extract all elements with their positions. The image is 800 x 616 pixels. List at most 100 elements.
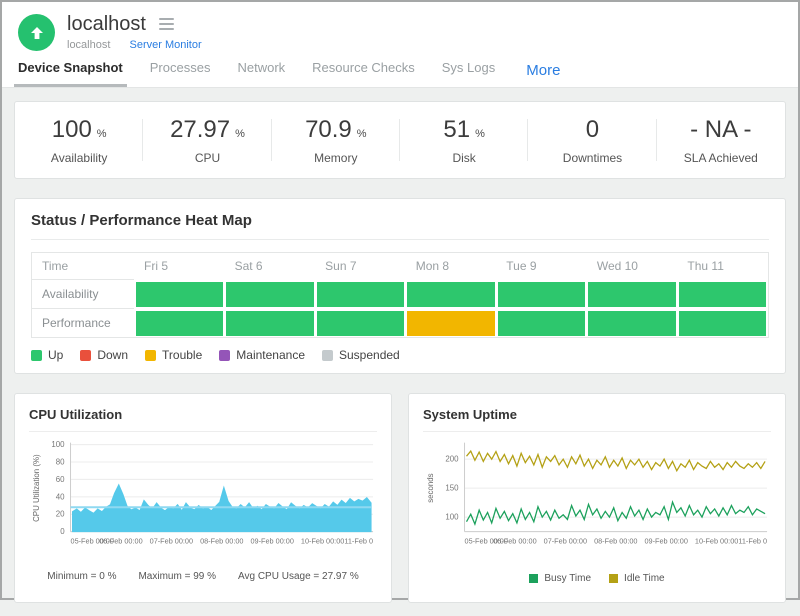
svg-text:09-Feb 00:00: 09-Feb 00:00 bbox=[644, 536, 687, 545]
heatmap-table: TimeFri 5Sat 6Sun 7Mon 8Tue 9Wed 10Thu 1… bbox=[31, 252, 769, 338]
stat-sla-achieved: - NA -SLA Achieved bbox=[657, 102, 785, 178]
stat-value: 70.9 bbox=[305, 116, 352, 144]
tab-resource-checks[interactable]: Resource Checks bbox=[312, 60, 415, 87]
summary-stats-card: 100%Availability27.97%CPU70.9%Memory51%D… bbox=[14, 101, 786, 179]
heatmap-cell-up[interactable] bbox=[315, 279, 406, 308]
heatmap-cell-up[interactable] bbox=[225, 308, 316, 337]
stat-disk: 51%Disk bbox=[400, 102, 528, 178]
stat-label: SLA Achieved bbox=[684, 151, 758, 165]
cpu-chart-title: CPU Utilization bbox=[29, 407, 377, 432]
legend-item-suspended: Suspended bbox=[322, 348, 400, 362]
stat-memory: 70.9%Memory bbox=[272, 102, 400, 178]
heatmap-cell-up[interactable] bbox=[587, 308, 678, 337]
stat-label: CPU bbox=[195, 151, 220, 165]
svg-text:07-Feb 00:00: 07-Feb 00:00 bbox=[150, 536, 193, 545]
stat-unit: % bbox=[97, 128, 107, 140]
legend-item-down: Down bbox=[80, 348, 128, 362]
tab-device-snapshot[interactable]: Device Snapshot bbox=[18, 60, 123, 87]
uptime-chart-title: System Uptime bbox=[423, 407, 771, 432]
heatmap-day-header: Wed 10 bbox=[587, 253, 678, 279]
heatmap-cell-up[interactable] bbox=[315, 308, 406, 337]
chart-svg: 10015020005-Feb 00:0006-Feb 00:0007-Feb … bbox=[423, 436, 771, 562]
heatmap-day-header: Thu 11 bbox=[677, 253, 768, 279]
svg-text:06-Feb 00:00: 06-Feb 00:00 bbox=[99, 536, 142, 545]
heatmap-day-header: Mon 8 bbox=[406, 253, 497, 279]
svg-text:100: 100 bbox=[51, 440, 65, 449]
svg-text:06-Feb 00:00: 06-Feb 00:00 bbox=[493, 536, 536, 545]
stat-value: 51 bbox=[443, 116, 470, 144]
tab-bar: Device Snapshot Processes Network Resource … bbox=[18, 60, 782, 87]
stat-label: Disk bbox=[452, 151, 475, 165]
tab-network[interactable]: Network bbox=[237, 60, 285, 87]
legend-swatch-suspended bbox=[322, 350, 333, 361]
cpu-summary-item: Minimum = 0 % bbox=[47, 571, 116, 582]
breadcrumb-monitor-type-link[interactable]: Server Monitor bbox=[129, 39, 201, 51]
heatmap-cell-up[interactable] bbox=[225, 279, 316, 308]
svg-text:0: 0 bbox=[60, 527, 65, 536]
svg-text:seconds: seconds bbox=[426, 473, 435, 502]
legend-label: Trouble bbox=[162, 348, 202, 362]
stat-label: Availability bbox=[51, 151, 107, 165]
svg-text:10-Feb 00:00: 10-Feb 00:00 bbox=[301, 536, 344, 545]
chart-svg: 02040608010005-Feb 00:0006-Feb 00:0007-F… bbox=[29, 436, 377, 562]
heatmap-cell-up[interactable] bbox=[496, 279, 587, 308]
svg-text:08-Feb 00:00: 08-Feb 00:00 bbox=[594, 536, 637, 545]
uptime-legend-label: Busy Time bbox=[544, 573, 591, 584]
uptime-chart-legend: Busy Time Idle Time bbox=[423, 573, 771, 584]
heatmap-card: Status / Performance Heat Map TimeFri 5S… bbox=[14, 198, 786, 374]
svg-text:60: 60 bbox=[56, 475, 65, 484]
heatmap-legend: Up Down Trouble Maintenance Suspended bbox=[31, 348, 769, 362]
heatmap-cell-up[interactable] bbox=[587, 279, 678, 308]
cpu-summary-item: Avg CPU Usage = 27.97 % bbox=[238, 571, 359, 582]
legend-label: Down bbox=[97, 348, 128, 362]
heatmap-day-header: Tue 9 bbox=[496, 253, 587, 279]
legend-item-maintenance: Maintenance bbox=[219, 348, 305, 362]
stat-value: 0 bbox=[586, 116, 599, 144]
stat-value: 27.97 bbox=[170, 116, 230, 144]
heatmap-cell-up[interactable] bbox=[677, 279, 768, 308]
arrow-up-icon bbox=[28, 24, 46, 42]
tab-more[interactable]: More bbox=[526, 62, 560, 87]
svg-text:150: 150 bbox=[445, 484, 459, 493]
tab-processes[interactable]: Processes bbox=[150, 60, 211, 87]
breadcrumb-device: localhost bbox=[67, 39, 110, 51]
series-idle-time bbox=[467, 451, 766, 471]
legend-swatch-up bbox=[31, 350, 42, 361]
svg-text:200: 200 bbox=[445, 455, 459, 464]
legend-swatch-maintenance bbox=[219, 350, 230, 361]
legend-label: Maintenance bbox=[236, 348, 305, 362]
stat-downtimes: 0 Downtimes bbox=[528, 102, 656, 178]
uptime-legend-label: Idle Time bbox=[624, 573, 665, 584]
heatmap-day-header: Sun 7 bbox=[315, 253, 406, 279]
tab-sys-logs[interactable]: Sys Logs bbox=[442, 60, 495, 87]
svg-text:10-Feb 00:00: 10-Feb 00:00 bbox=[695, 536, 738, 545]
legend-label: Up bbox=[48, 348, 63, 362]
uptime-legend-swatch bbox=[609, 574, 618, 583]
svg-text:11-Feb 0: 11-Feb 0 bbox=[738, 536, 767, 545]
stat-label: Downtimes bbox=[563, 151, 622, 165]
uptime-legend-item-busy-time: Busy Time bbox=[529, 573, 591, 584]
svg-text:40: 40 bbox=[56, 492, 65, 501]
legend-label: Suspended bbox=[339, 348, 400, 362]
series-busy-time bbox=[467, 502, 766, 524]
heatmap-cell-up[interactable] bbox=[406, 279, 497, 308]
svg-text:20: 20 bbox=[56, 510, 65, 519]
heatmap-cell-up[interactable] bbox=[677, 308, 768, 337]
app-header: localhost localhost Server Monitor Devic… bbox=[2, 2, 798, 88]
hamburger-menu-icon[interactable] bbox=[158, 12, 175, 36]
svg-text:80: 80 bbox=[56, 457, 65, 466]
uptime-legend-item-idle-time: Idle Time bbox=[609, 573, 665, 584]
heatmap-cell-up[interactable] bbox=[496, 308, 587, 337]
heatmap-cell-up[interactable] bbox=[134, 308, 225, 337]
stat-availability: 100%Availability bbox=[15, 102, 143, 178]
svg-text:100: 100 bbox=[445, 513, 459, 522]
heatmap-cell-up[interactable] bbox=[134, 279, 225, 308]
heatmap-header-row: TimeFri 5Sat 6Sun 7Mon 8Tue 9Wed 10Thu 1… bbox=[32, 253, 768, 279]
cpu-utilization-chart: 02040608010005-Feb 00:0006-Feb 00:0007-F… bbox=[29, 436, 377, 567]
heatmap-day-header: Fri 5 bbox=[134, 253, 225, 279]
uptime-legend-swatch bbox=[529, 574, 538, 583]
stat-unit: % bbox=[357, 128, 367, 140]
heatmap-cell-trouble[interactable] bbox=[406, 308, 497, 337]
svg-text:09-Feb 00:00: 09-Feb 00:00 bbox=[250, 536, 293, 545]
heatmap-row-label: Availability bbox=[32, 279, 134, 308]
